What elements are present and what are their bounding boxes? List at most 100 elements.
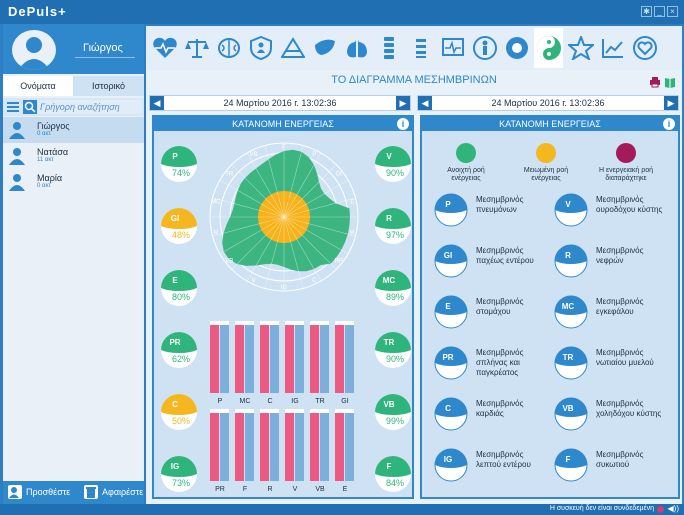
bar-pink [310,413,319,481]
add-user-icon[interactable] [8,485,22,499]
list-item[interactable]: Μαρία 0 ακτ [3,169,144,195]
meridian-badge: MC 89% [374,269,412,307]
bar-blue [295,413,304,481]
shield-person-icon[interactable] [246,28,275,68]
prev-button[interactable]: ◀ [418,96,432,110]
meridian-name: Μεσημβρινός λεπτού εντέρου [476,450,531,469]
meridian-badge: F 84% [374,455,412,493]
meridian-code: R [565,251,571,260]
radar-label: VB [225,259,233,265]
profile-name: Γιώργος [83,42,123,54]
next-button[interactable]: ▶ [396,96,410,110]
bar-label: GI [341,398,348,405]
yin-yang-icon[interactable] [534,28,563,68]
monitor-icon[interactable] [438,28,467,68]
next-button[interactable]: ▶ [664,96,678,110]
meridian-name: Μεσημβρινός νεφρών [596,246,644,265]
meridian-code: MC [561,302,575,311]
badge-label: MC [382,276,396,285]
meridian-badge: TR 90% [374,331,412,369]
search-input[interactable]: Γρήγορη αναζήτηση [38,100,142,114]
prev-button[interactable]: ◀ [150,96,164,110]
badge-label: E [172,276,178,285]
bar-blue [320,325,329,393]
line-chart-icon[interactable] [598,28,627,68]
meridian-badge: P 74% [160,145,198,183]
bar-cap [210,409,229,413]
liver-icon[interactable] [310,28,339,68]
print-icon[interactable] [649,76,661,88]
sun-icon[interactable] [502,28,531,68]
list-icon[interactable] [7,101,19,113]
meridian-badge: GI 48% [160,207,198,245]
badge-label: P [172,152,178,161]
bar-cap [235,321,254,325]
info-icon[interactable]: i [663,118,675,130]
trash-icon[interactable] [84,485,98,499]
user-age: 0 ακτ [37,183,51,189]
badge-label: V [386,152,392,161]
title-bar: DePuls+ ✱ _ × [0,0,684,24]
radar-chart: F P GI E R RP C IG V VB R MC TR VB [209,142,359,292]
bar-pink [285,325,294,393]
lungs-icon[interactable] [342,28,371,68]
meridian-item: F Μεσημβρινός συκωτιού [554,448,674,488]
user-age: 11 ακτ [37,157,54,163]
legend-reduced-label: Μειωμένη ροή ενέργειας [523,167,569,182]
meridian-code: VB [562,404,574,413]
info-icon[interactable]: i [397,118,409,130]
heart-pulse-icon[interactable] [150,28,179,68]
meridian-code: F [565,455,571,464]
tab-history[interactable]: Ιστορικό [73,76,144,96]
meridian-name: Μεσημβρινός παχέως εντέρου [476,246,534,265]
scales-icon[interactable] [182,28,211,68]
bar-label: TR [315,398,324,405]
star-icon[interactable] [566,28,595,68]
toolbar [146,26,682,70]
radar-label: VB [250,152,258,158]
minimize-icon[interactable]: _ [654,6,665,17]
tab-names[interactable]: Ονόματα [3,76,73,96]
speaker-icon[interactable]: ◀)) [668,504,679,513]
user-age: 0 ακτ [37,131,51,137]
date-bar-right: ◀ 24 Μαρτίου 2016 г. 13:02:36 ▶ [417,95,679,111]
page-title: ΤΟ ΔΙΑΓΡΑΜΜΑ ΜΕΣΗΜΒΡΙΝΩΝ [331,74,497,86]
stomach-icon[interactable] [406,28,435,68]
meridian-name: Μεσημβρινός συκωτιού [596,450,644,469]
badge-label: TR [383,338,395,347]
panel-title: ΚΑΤΑΝΟΜΗ ΕΝΕΡΓΕΙΑΣ [154,117,412,131]
bar-blue [345,413,354,481]
radar-label: RP [335,259,343,265]
list-item[interactable]: Νατάσα 11 ακτ [3,143,144,169]
add-button[interactable]: Προσθέστε [26,487,70,497]
meridian-code: E [445,302,451,311]
heart-circle-icon[interactable] [630,28,659,68]
bar-label: MC [240,398,251,405]
list-item[interactable]: Γιώργος 0 ακτ [3,117,144,143]
badge-label: IG [170,462,180,471]
left-pane: Γιώργος Ονόματα Ιστορικό Γρήγορη αναζήτη… [3,24,144,504]
bar-pink [235,325,244,393]
pyramid-icon[interactable] [278,28,307,68]
brain-icon[interactable] [214,28,243,68]
remove-button[interactable]: Αφαιρέστε [102,487,143,497]
meridian-item: P Μεσημβρινός πνευμόνων [434,193,554,233]
person-circle-icon[interactable] [470,28,499,68]
meridian-name: Μεσημβρινός εγκεφάλου [596,297,644,316]
meridian-name: Μεσημβρινός στομάχου [476,297,524,316]
book-icon[interactable] [664,76,676,88]
bar-cap [310,409,329,413]
spine-icon[interactable] [374,28,403,68]
bar-pink [260,325,269,393]
badge-value: 90% [385,168,404,178]
settings-icon[interactable]: ✱ [641,6,652,17]
close-icon[interactable]: × [667,6,678,17]
search-icon[interactable] [23,100,37,114]
radar-label: R [350,231,355,237]
bar-cap [260,321,279,325]
bar-cap [335,409,354,413]
bar-pink [310,325,319,393]
meridian-name: Μεσημβρινός χοληδόχου κύστης [596,399,662,418]
meridian-item: TR Μεσημβρινός νωτιαίου μυελού [554,346,674,386]
bar-label: C [267,398,272,405]
